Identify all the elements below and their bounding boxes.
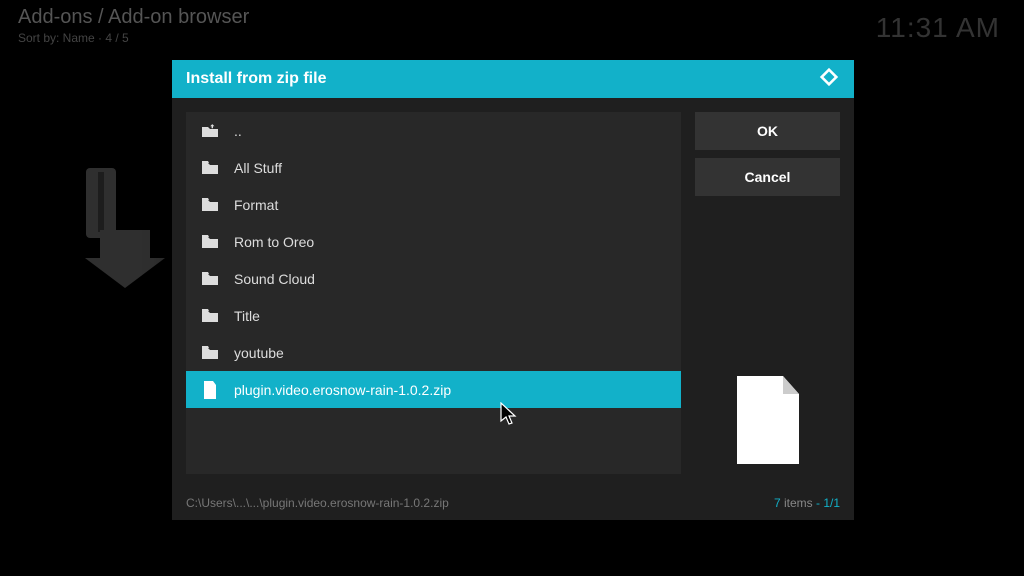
file-label: Rom to Oreo — [234, 234, 314, 250]
file-row[interactable]: All Stuff — [186, 149, 681, 186]
file-row[interactable]: Title — [186, 297, 681, 334]
file-row[interactable]: Sound Cloud — [186, 260, 681, 297]
clock: 11:31 AM — [876, 12, 1000, 44]
ok-button[interactable]: OK — [695, 112, 840, 150]
file-label: youtube — [234, 345, 284, 361]
folder-icon — [200, 272, 220, 286]
item-count: 7 items - 1/1 — [774, 496, 840, 510]
file-row[interactable]: .. — [186, 112, 681, 149]
file-label: Title — [234, 308, 260, 324]
file-label: Sound Cloud — [234, 271, 315, 287]
breadcrumb: Add-ons / Add-on browser — [18, 6, 249, 29]
dialog-footer: C:\Users\...\...\plugin.video.erosnow-ra… — [172, 488, 854, 520]
folder-icon — [200, 198, 220, 212]
install-zip-dialog: Install from zip file .. All Stuff Format R… — [172, 60, 854, 520]
file-label: plugin.video.erosnow-rain-1.0.2.zip — [234, 382, 451, 398]
file-row[interactable]: Rom to Oreo — [186, 223, 681, 260]
background-header: Add-ons / Add-on browser Sort by: Name ·… — [18, 6, 249, 45]
folder-icon — [200, 235, 220, 249]
folder-icon — [200, 309, 220, 323]
file-list[interactable]: .. All Stuff Format Rom to Oreo Sound Cloud T… — [186, 112, 681, 474]
file-label: .. — [234, 123, 242, 139]
file-label: All Stuff — [234, 160, 282, 176]
current-path: C:\Users\...\...\plugin.video.erosnow-ra… — [186, 496, 449, 510]
cancel-button[interactable]: Cancel — [695, 158, 840, 196]
folder-up-icon — [200, 124, 220, 138]
sort-info: Sort by: Name · 4 / 5 — [18, 31, 249, 45]
file-row[interactable]: youtube — [186, 334, 681, 371]
file-preview — [695, 376, 840, 474]
file-icon — [200, 381, 220, 399]
dialog-title: Install from zip file — [186, 70, 326, 88]
folder-icon — [200, 346, 220, 360]
file-row[interactable]: Format — [186, 186, 681, 223]
zip-download-icon — [80, 168, 170, 293]
kodi-logo-icon — [818, 66, 840, 93]
file-row[interactable]: plugin.video.erosnow-rain-1.0.2.zip — [186, 371, 681, 408]
dialog-header: Install from zip file — [172, 60, 854, 98]
file-label: Format — [234, 197, 278, 213]
folder-icon — [200, 161, 220, 175]
